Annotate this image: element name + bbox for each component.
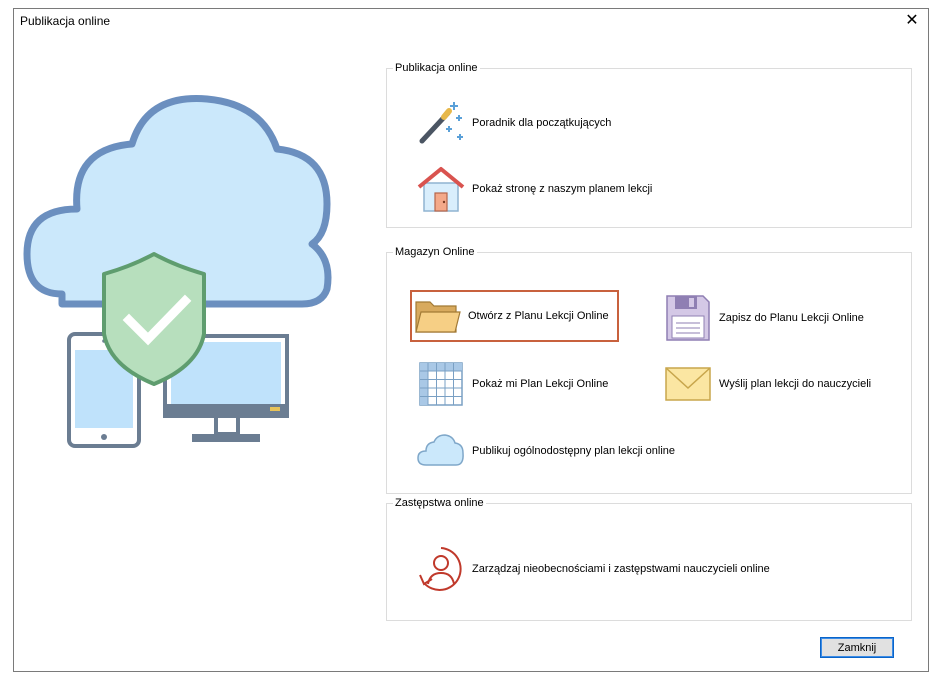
item-open-from-online[interactable]: Otwórz z Planu Lekcji Online [410,290,619,342]
person-refresh-icon [416,545,466,593]
group-publikacja-online: Publikacja online Poradnik dla początkuj… [386,62,912,228]
group-zastepstwa-online: Zastępstwa online Zarządzaj nieobecności… [386,497,912,621]
item-label: Otwórz z Planu Lekcji Online [468,310,609,322]
group-legend: Zastępstwa online [395,497,484,509]
shield-check-icon [102,252,206,386]
envelope-icon [663,360,713,408]
group-legend: Magazyn Online [395,246,475,258]
item-label: Wyślij plan lekcji do nauczycieli [719,378,872,390]
item-manage-substitutions[interactable]: Zarządzaj nieobecnościami i zastępstwami… [416,545,770,593]
group-magazyn-online: Magazyn Online Otwórz z Planu Lekcji Onl… [386,246,912,494]
cloud-icon [416,427,466,475]
item-publish-public-plan[interactable]: Publikuj ogólnodostępny plan lekcji onli… [416,427,675,475]
floppy-icon [663,294,713,342]
item-label: Publikuj ogólnodostępny plan lekcji onli… [472,445,676,457]
cloud-security-illustration [23,95,332,448]
dialog-window: Publikacja online ✕ Publikacja online Po… [13,8,929,672]
item-send-to-teachers[interactable]: Wyślij plan lekcji do nauczycieli [663,360,871,408]
folder-icon [412,292,462,340]
item-show-online-plan[interactable]: Pokaż mi Plan Lekcji Online [416,360,608,408]
window-title: Publikacja online [20,14,111,28]
item-show-website[interactable]: Pokaż stronę z naszym planem lekcji [416,165,652,213]
item-label: Zarządzaj nieobecnościami i zastępstwami… [472,563,770,575]
table-icon [416,360,466,408]
group-legend: Publikacja online [395,62,478,74]
item-save-to-online[interactable]: Zapisz do Planu Lekcji Online [663,294,864,342]
item-label: Pokaż mi Plan Lekcji Online [472,378,609,390]
item-label: Pokaż stronę z naszym planem lekcji [472,183,653,195]
item-beginner-guide[interactable]: Poradnik dla początkujących [416,99,611,147]
item-label: Poradnik dla początkujących [472,117,612,129]
item-label: Zapisz do Planu Lekcji Online [719,312,864,324]
house-icon [416,165,466,213]
close-button[interactable]: Zamknij [820,637,894,658]
close-icon[interactable]: ✕ [904,13,920,29]
magic-wand-icon [416,99,466,147]
